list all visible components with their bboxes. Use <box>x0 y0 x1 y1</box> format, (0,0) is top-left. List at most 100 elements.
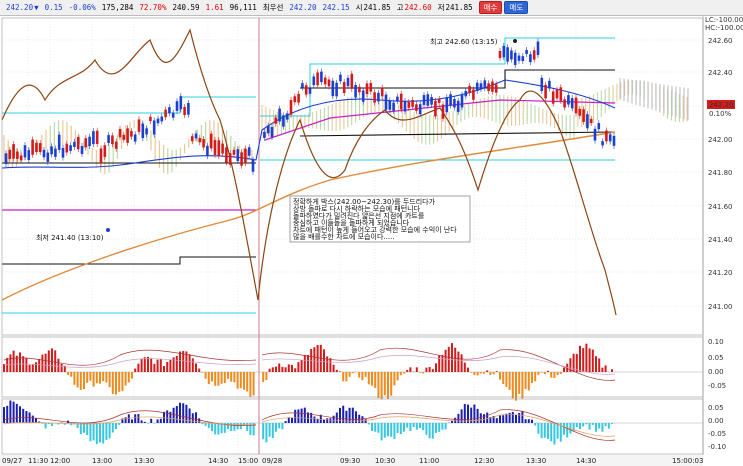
osc2-bar <box>435 423 437 433</box>
candle-body <box>437 98 441 103</box>
osc1-bar <box>428 367 431 372</box>
candle-body <box>221 143 224 154</box>
osc1-bar <box>361 372 364 381</box>
osc1-bar <box>521 372 524 399</box>
time-label-1: 11:30 <box>28 457 48 465</box>
candle-body <box>122 134 126 140</box>
time-label-10: 11:00 <box>419 457 439 465</box>
candle-body <box>232 149 236 155</box>
osc1-bar <box>291 364 293 372</box>
osc2-bar <box>601 423 604 432</box>
osc2-bar <box>425 423 428 435</box>
price-chart[interactable]: 최고 242.60 (13:15) 최저 241.40 (13:10) 정확하게… <box>0 0 743 466</box>
osc1-bar <box>191 358 194 372</box>
candle-body <box>99 148 103 164</box>
candle-body <box>23 145 27 158</box>
candle-body <box>380 87 384 97</box>
candle-body <box>141 123 145 139</box>
osc2-bar <box>99 423 101 443</box>
candle-body <box>266 125 270 134</box>
osc1-bar <box>35 362 37 372</box>
osc2-bar <box>499 415 501 423</box>
candle-body <box>80 146 84 154</box>
candle-body <box>403 101 407 112</box>
high-marker <box>513 39 517 43</box>
time-label-13: 14:30 <box>576 457 596 465</box>
osc1-bar <box>60 363 63 372</box>
candle-body <box>4 153 8 165</box>
osc1-bar <box>252 372 255 396</box>
candle-body <box>472 89 475 100</box>
osc1-bar <box>476 372 479 376</box>
osc2-bar <box>556 423 559 439</box>
osc1-bar <box>470 372 473 373</box>
osc1-bar <box>268 368 271 372</box>
osc1-bar <box>483 372 485 374</box>
osc1-bar <box>41 354 44 372</box>
candle-body <box>491 81 494 92</box>
osc2-bar <box>604 423 607 427</box>
osc1-bar <box>31 364 34 372</box>
osc2-bar <box>518 413 521 423</box>
osc2-tick-1: 0.00 <box>708 417 724 425</box>
osc2-bar <box>25 411 28 423</box>
candle-body <box>263 131 266 138</box>
candle-body <box>418 104 422 115</box>
candle-body <box>441 104 445 119</box>
candle-body <box>285 113 289 120</box>
candle-body <box>103 145 107 157</box>
candle-body <box>506 47 509 62</box>
osc1-bar <box>351 372 354 374</box>
candle-body <box>164 109 167 118</box>
analysis-note: 정확하게 박스(242.00~242.30)를 두드리다가 상방 돌파로 다시 … <box>289 195 471 243</box>
time-axis: 09/27 11:30 12:00 13:00 13:30 14:30 15:0… <box>0 455 703 466</box>
time-label-9: 10:30 <box>375 457 395 465</box>
candle-body <box>149 116 152 122</box>
candle-body <box>498 51 502 59</box>
candle-body <box>38 143 42 153</box>
candle-body <box>532 50 536 60</box>
osc2-bar <box>342 405 345 423</box>
osc1-bar <box>19 352 21 372</box>
candle-body <box>445 97 449 113</box>
candle-body <box>593 128 597 141</box>
osc2-bar <box>524 419 527 423</box>
candle-body <box>608 134 612 142</box>
osc2-bar <box>262 423 265 440</box>
osc1-bar <box>303 354 306 372</box>
osc1-bar <box>579 345 581 372</box>
candle-body <box>327 79 331 87</box>
candle-body <box>8 149 12 160</box>
osc2-bar <box>313 416 316 423</box>
osc1-bar <box>163 365 165 372</box>
osc2-bar <box>476 408 479 423</box>
osc2-bar <box>607 423 610 429</box>
osc1-bar <box>89 372 92 381</box>
osc1-bar <box>284 367 287 372</box>
candle-body <box>95 130 99 144</box>
osc1-bar <box>313 347 316 372</box>
osc1-bar <box>95 372 98 384</box>
candle-body <box>198 138 202 143</box>
candle-body <box>137 119 141 132</box>
osc1-bar <box>227 372 229 379</box>
candle-body <box>209 133 213 149</box>
osc2-bar <box>457 413 460 423</box>
candle-body <box>342 81 346 94</box>
osc2-bar <box>15 403 18 423</box>
osc1-bar <box>143 357 146 372</box>
osc2-bar <box>511 411 514 423</box>
candle-body <box>350 73 354 89</box>
osc1-bar <box>73 372 76 385</box>
osc2-bar <box>131 419 133 423</box>
candle-body <box>50 146 53 155</box>
candle-body <box>430 97 433 105</box>
candle-body <box>308 88 312 94</box>
osc1-bar <box>499 372 501 380</box>
candle-body <box>187 103 190 115</box>
osc1-bar <box>246 372 249 392</box>
osc2-bar <box>329 418 332 423</box>
osc2-bar <box>303 407 306 423</box>
candle-body <box>114 141 118 149</box>
price-tick-6: 241.40 <box>708 236 733 244</box>
